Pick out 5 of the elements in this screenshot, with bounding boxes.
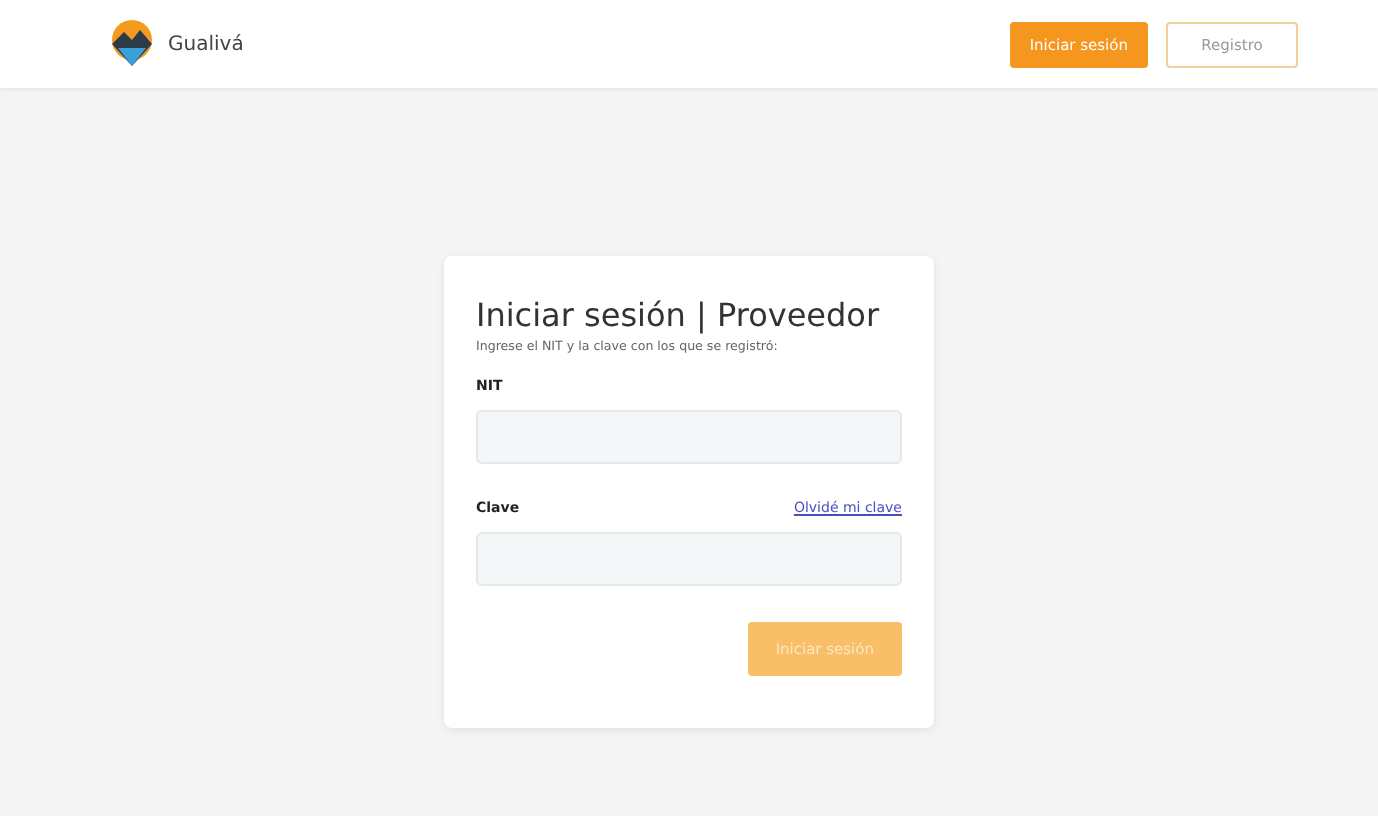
input-field[interactable] [476,410,902,464]
brand-name: Gualivá [168,33,244,55]
input-field[interactable] [476,532,902,586]
login-title: Iniciar sesión | Proveedor [476,296,882,334]
mountain-logo-icon [110,20,154,68]
